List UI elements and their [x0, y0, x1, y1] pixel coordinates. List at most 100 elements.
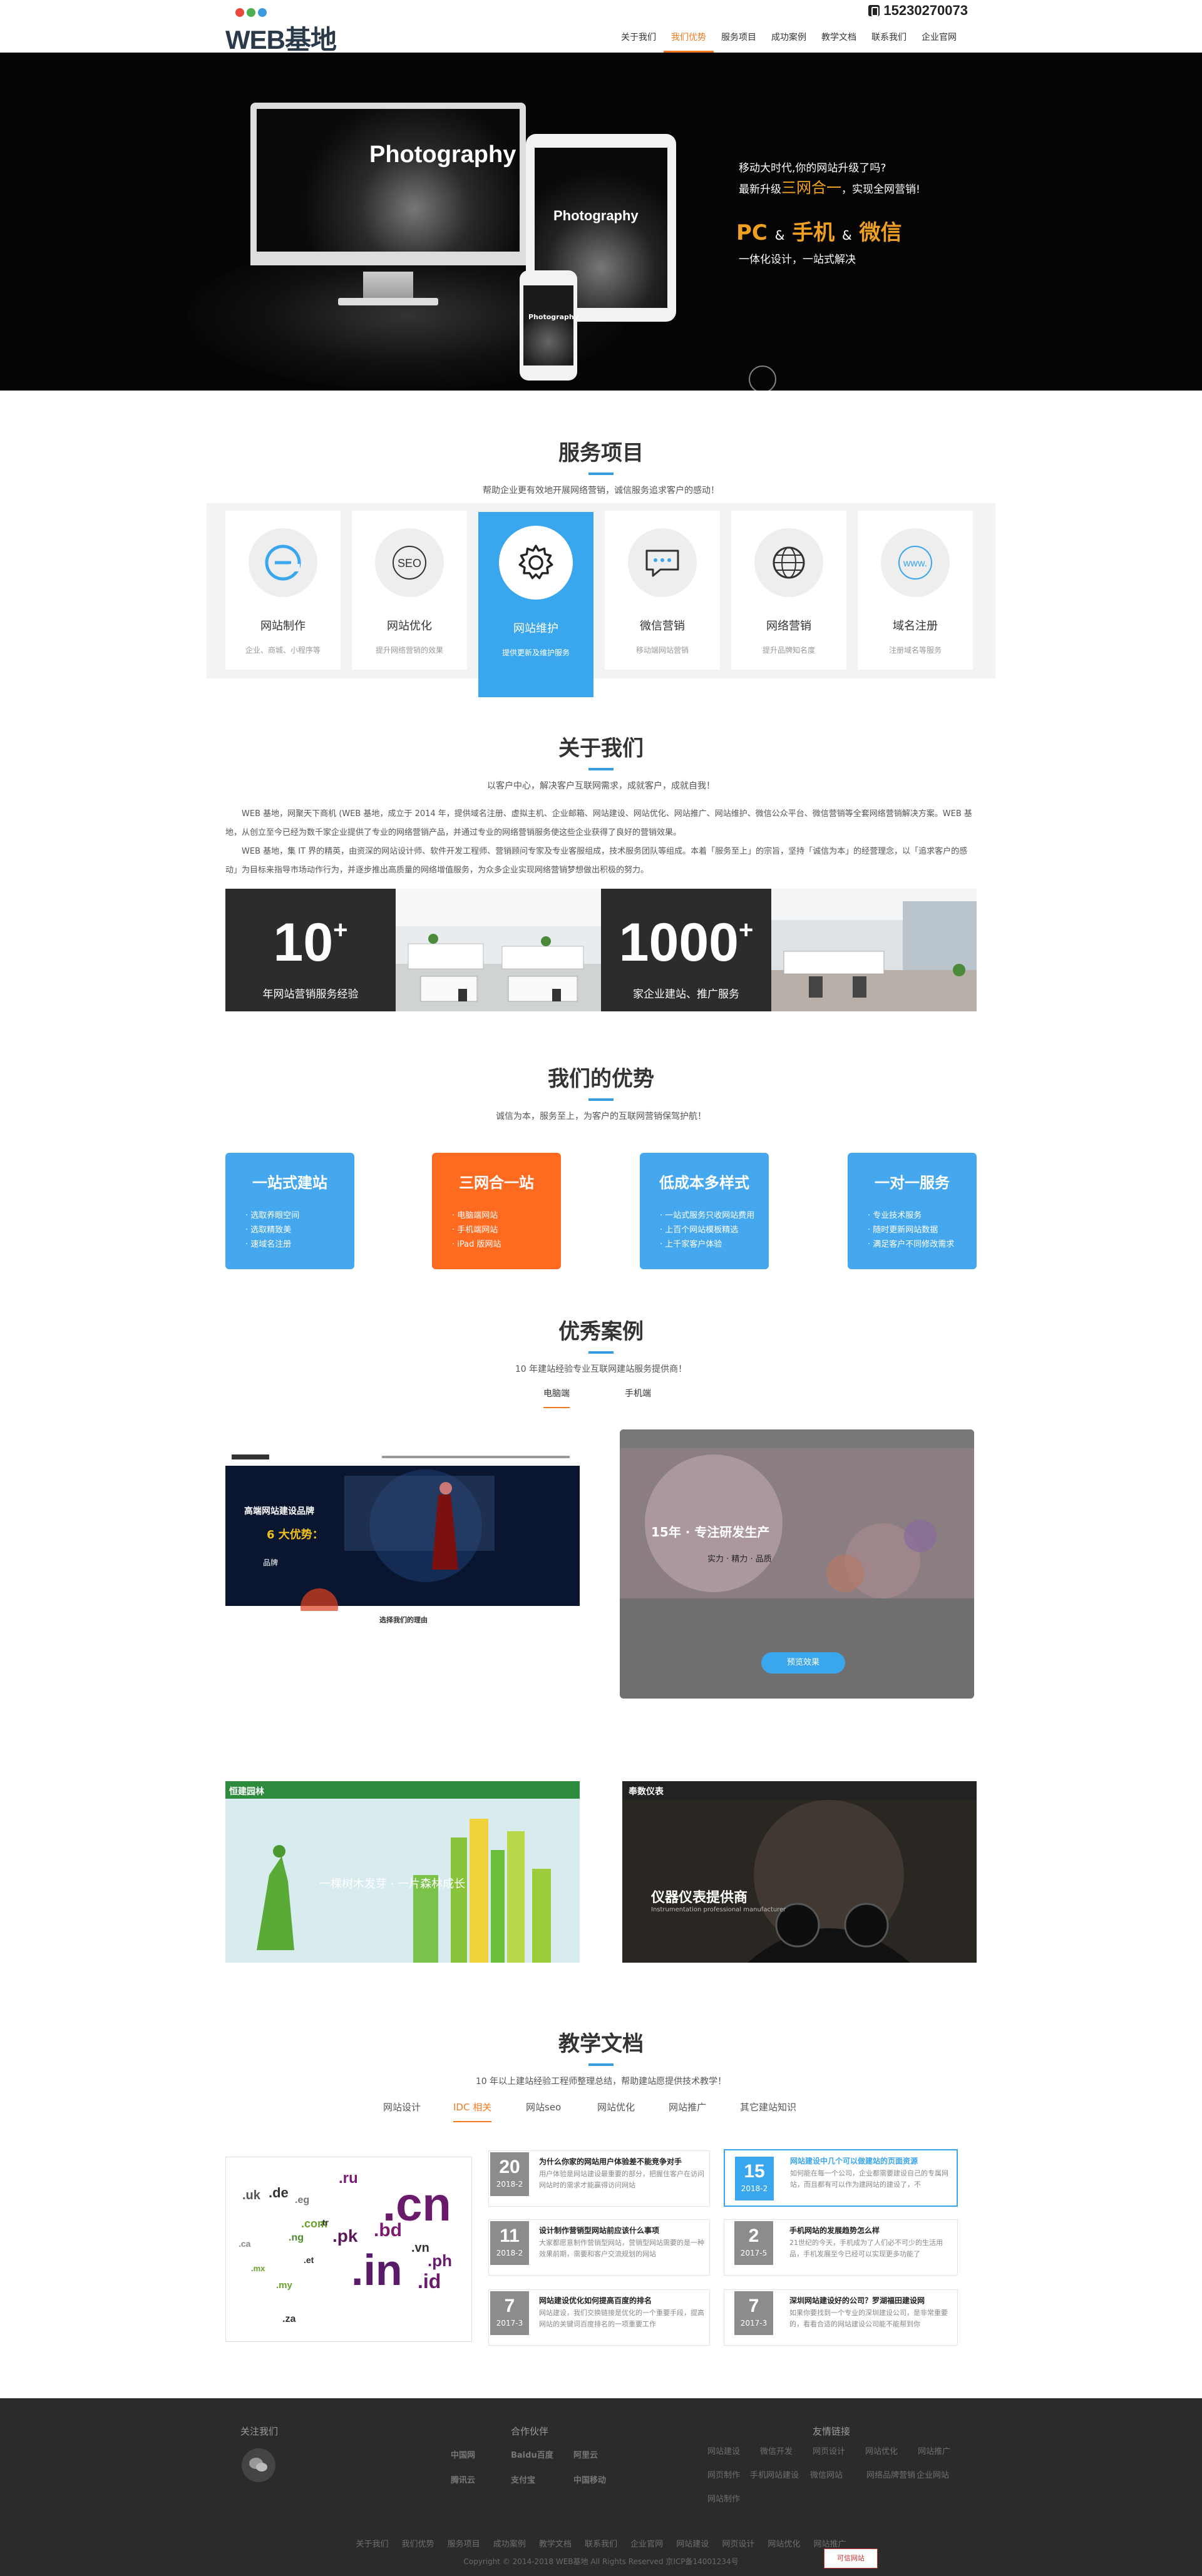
friend-link[interactable]: 企业网站 — [917, 2468, 949, 2480]
news-title: 为什么你家的网站用户体验差不能竞争对手 — [539, 2157, 682, 2166]
imac-mockup: Photography — [250, 103, 526, 309]
partner-logo[interactable]: 支付宝 — [511, 2473, 535, 2485]
footer-nav-item[interactable]: 关于我们 — [356, 2540, 388, 2549]
advantages-subtitle: 诚信为本，服务至上，为客户的互联网营销保驾护航！ — [496, 1112, 706, 1122]
tag: .ca — [239, 2239, 251, 2249]
friend-link[interactable]: 网站优化 — [865, 2445, 898, 2456]
case-1-headline: 高端网站建设品牌 — [244, 1506, 314, 1516]
case-item-2[interactable]: 15年 · 专注研发生产 实力 · 精力 · 品质 预览效果 — [620, 1429, 974, 1699]
advantage-card-three-in-one[interactable]: 三网合一站 电脑端网站手机端网站iPad 版网站 — [432, 1153, 561, 1269]
footer-nav-item[interactable]: 服务项目 — [448, 2540, 480, 2549]
service-card-seo[interactable]: SEO 网站优化 提升网络营销的效果 — [352, 511, 467, 670]
tab-mobile[interactable]: 手机端 — [625, 1387, 651, 1407]
tab-optimization[interactable]: 网站优化 — [597, 2100, 635, 2113]
case-item-4[interactable]: 奉数仪表 仪器仪表提供商 Instrumentation professiona… — [622, 1781, 977, 1963]
footer-nav-item[interactable]: 网站建设 — [676, 2540, 709, 2549]
service-desc: 注册域名等服务 — [888, 646, 942, 655]
banner-tagline: 一体化设计，一站式解决 — [739, 253, 856, 266]
nav-item-services[interactable]: 服务项目 — [714, 30, 764, 53]
advantages-title: 我们的优势 — [548, 1066, 654, 1091]
tab-desktop[interactable]: 电脑端 — [543, 1387, 570, 1408]
partner-logo[interactable]: 中国网 — [451, 2448, 475, 2460]
footer-nav-item[interactable]: 网站推广 — [814, 2540, 846, 2549]
trusted-site-badge[interactable]: 可信网站 — [824, 2548, 878, 2568]
partner-logo[interactable]: 阿里云 — [573, 2448, 598, 2460]
news-item[interactable]: 7 2017-3 网站建设优化如何提高百度的排名 网站建设，我们交换链接是优化的一… — [488, 2289, 710, 2346]
logo-dots-icon — [235, 8, 269, 19]
service-desc: 移动端网站营销 — [635, 646, 689, 655]
news-item-highlighted[interactable]: 15 2018-2 网站建设中几个可以做建站的页面资源 如何能在每一个公司，企业都… — [724, 2149, 958, 2207]
service-card-marketing[interactable]: 网络营销 提升品牌知名度 — [731, 511, 846, 670]
news-item[interactable]: 7 2017-3 深圳网站建设好的公司？罗湖福田建设网 如果你要找到一个专业的深圳… — [724, 2289, 958, 2346]
nav-item-contact[interactable]: 联系我们 — [864, 30, 914, 53]
footer-nav-item[interactable]: 企业官网 — [630, 2540, 663, 2549]
site-logo[interactable]: WEB基地 — [225, 5, 344, 54]
gear-icon — [518, 544, 553, 580]
stat-clients: 1000+ 家企业建站、推广服务 — [601, 889, 771, 1011]
case-3-brand: 恒建园林 — [229, 1787, 264, 1797]
news-title: 网站建设中几个可以做建站的页面资源 — [790, 2157, 918, 2165]
tab-promotion[interactable]: 网站推广 — [669, 2100, 706, 2113]
tag: .de — [269, 2185, 289, 2200]
nav-item-about[interactable]: 关于我们 — [614, 30, 664, 53]
friend-link[interactable]: 网络品牌营销 — [866, 2468, 915, 2480]
svg-text:SEO: SEO — [398, 557, 421, 570]
news-item[interactable]: 20 2018-2 为什么你家的网站用户体验差不能竞争对手 用户体验是网站建设最重… — [488, 2150, 710, 2207]
footer-nav-item[interactable]: 网页设计 — [722, 2540, 754, 2549]
partner-logo[interactable]: Baidu百度 — [511, 2448, 553, 2460]
friend-link[interactable]: 网站制作 — [707, 2492, 740, 2504]
case-4-sub: Instrumentation professional manufacture… — [651, 1906, 786, 1913]
footer-nav-item[interactable]: 成功案例 — [493, 2540, 526, 2549]
tag: .mx — [251, 2264, 265, 2273]
services-title: 服务项目 — [558, 441, 644, 466]
case-item-1[interactable]: 高端网站建设品牌 6 大优势： 品牌 选择我们的理由 — [225, 1451, 580, 1628]
nav-item-official-site[interactable]: 企业官网 — [914, 30, 964, 53]
news-item[interactable]: 2 2017-5 手机网站的发展趋势怎么样 21世纪的今天，手机成为了人们必不可少… — [724, 2219, 958, 2276]
docs-title: 教学文档 — [558, 2032, 644, 2057]
service-card-domain[interactable]: www. 域名注册 注册域名等服务 — [858, 511, 973, 670]
case-1-footer: 选择我们的理由 — [379, 1616, 428, 1624]
footer-bottom-nav: 关于我们 我们优势 服务项目 成功案例 教学文档 联系我们 企业官网 网站建设 … — [0, 2537, 1202, 2549]
news-excerpt: 大家都愿意制作营销型网站，营销型网站需要的是一种效果前期，需要和客户交流规划的网… — [539, 2239, 704, 2258]
service-card-website[interactable]: 网站制作 企业、商城、小程序等 — [225, 511, 341, 670]
advantage-card-one-stop[interactable]: 一站式建站 选取养眼空间选取精致美速域名注册 — [225, 1153, 354, 1269]
friend-link[interactable]: 网站建设 — [707, 2445, 740, 2456]
service-desc: 企业、商城、小程序等 — [245, 646, 321, 655]
friend-link[interactable]: 微信网站 — [810, 2468, 843, 2480]
news-excerpt: 网站建设，我们交换链接是优化的一个重要手段，提高网站的关键词百度排名的一项重要工… — [539, 2309, 704, 2328]
case-item-3[interactable]: 恒建园林 一棵树木发芽 · 一片森林成长 — [225, 1781, 580, 1963]
wechat-icon[interactable] — [242, 2448, 275, 2482]
news-title: 深圳网站建设好的公司？罗湖福田建设网 — [789, 2296, 925, 2305]
news-excerpt: 用户体验是网站建设最重要的部分，把握住客户在访问网站时的需求才能赢得访问网站 — [539, 2170, 704, 2189]
footer-nav-item[interactable]: 网站优化 — [768, 2540, 800, 2549]
footer-nav-item[interactable]: 教学文档 — [539, 2540, 572, 2549]
preview-button[interactable]: 预览效果 — [761, 1652, 845, 1674]
advantage-card-low-cost[interactable]: 低成本多样式 一站式服务只收网站费用上百个网站模板精选上千家客户体验 — [640, 1153, 769, 1269]
tab-seo[interactable]: 网站seo — [526, 2100, 561, 2113]
tab-idc[interactable]: IDC 相关 — [453, 2100, 492, 2122]
news-item[interactable]: 11 2018-2 设计制作营销型网站前应该什么事项 大家都愿意制作营销型网站，营… — [488, 2219, 710, 2276]
friend-link[interactable]: 网页制作 — [707, 2468, 740, 2480]
partner-logo[interactable]: 中国移动 — [573, 2473, 606, 2485]
footer-nav-item[interactable]: 联系我们 — [585, 2540, 617, 2549]
banner-line2: 最新升级三网合一，实现全网营销! — [739, 179, 920, 197]
nav-item-cases[interactable]: 成功案例 — [764, 30, 814, 53]
nav-item-advantages[interactable]: 我们优势 — [664, 30, 714, 53]
about-title: 关于我们 — [558, 736, 644, 761]
www-icon: www. — [898, 546, 932, 580]
office-photo-1 — [396, 889, 601, 1011]
nav-item-docs[interactable]: 教学文档 — [814, 30, 864, 53]
tag: .ph — [428, 2251, 452, 2270]
tag: .bd — [374, 2220, 402, 2241]
advantage-card-one-on-one[interactable]: 一对一服务 专业技术服务随时更新网站数据满足客户不同修改需求 — [848, 1153, 977, 1269]
friend-link[interactable]: 网页设计 — [813, 2445, 845, 2456]
tab-web-design[interactable]: 网站设计 — [383, 2100, 421, 2113]
footer-nav-item[interactable]: 我们优势 — [402, 2540, 434, 2549]
tab-other[interactable]: 其它建站知识 — [740, 2100, 796, 2113]
service-card-wechat[interactable]: 微信营销 移动端网站营销 — [605, 511, 720, 670]
partner-logo[interactable]: 腾讯云 — [451, 2473, 475, 2485]
friend-link[interactable]: 微信开发 — [760, 2445, 793, 2456]
friend-link[interactable]: 网站推广 — [918, 2445, 950, 2456]
service-card-maintenance[interactable]: 网站维护 提供更新及维护服务 — [478, 512, 593, 697]
friend-link[interactable]: 手机网站建设 — [750, 2468, 799, 2480]
